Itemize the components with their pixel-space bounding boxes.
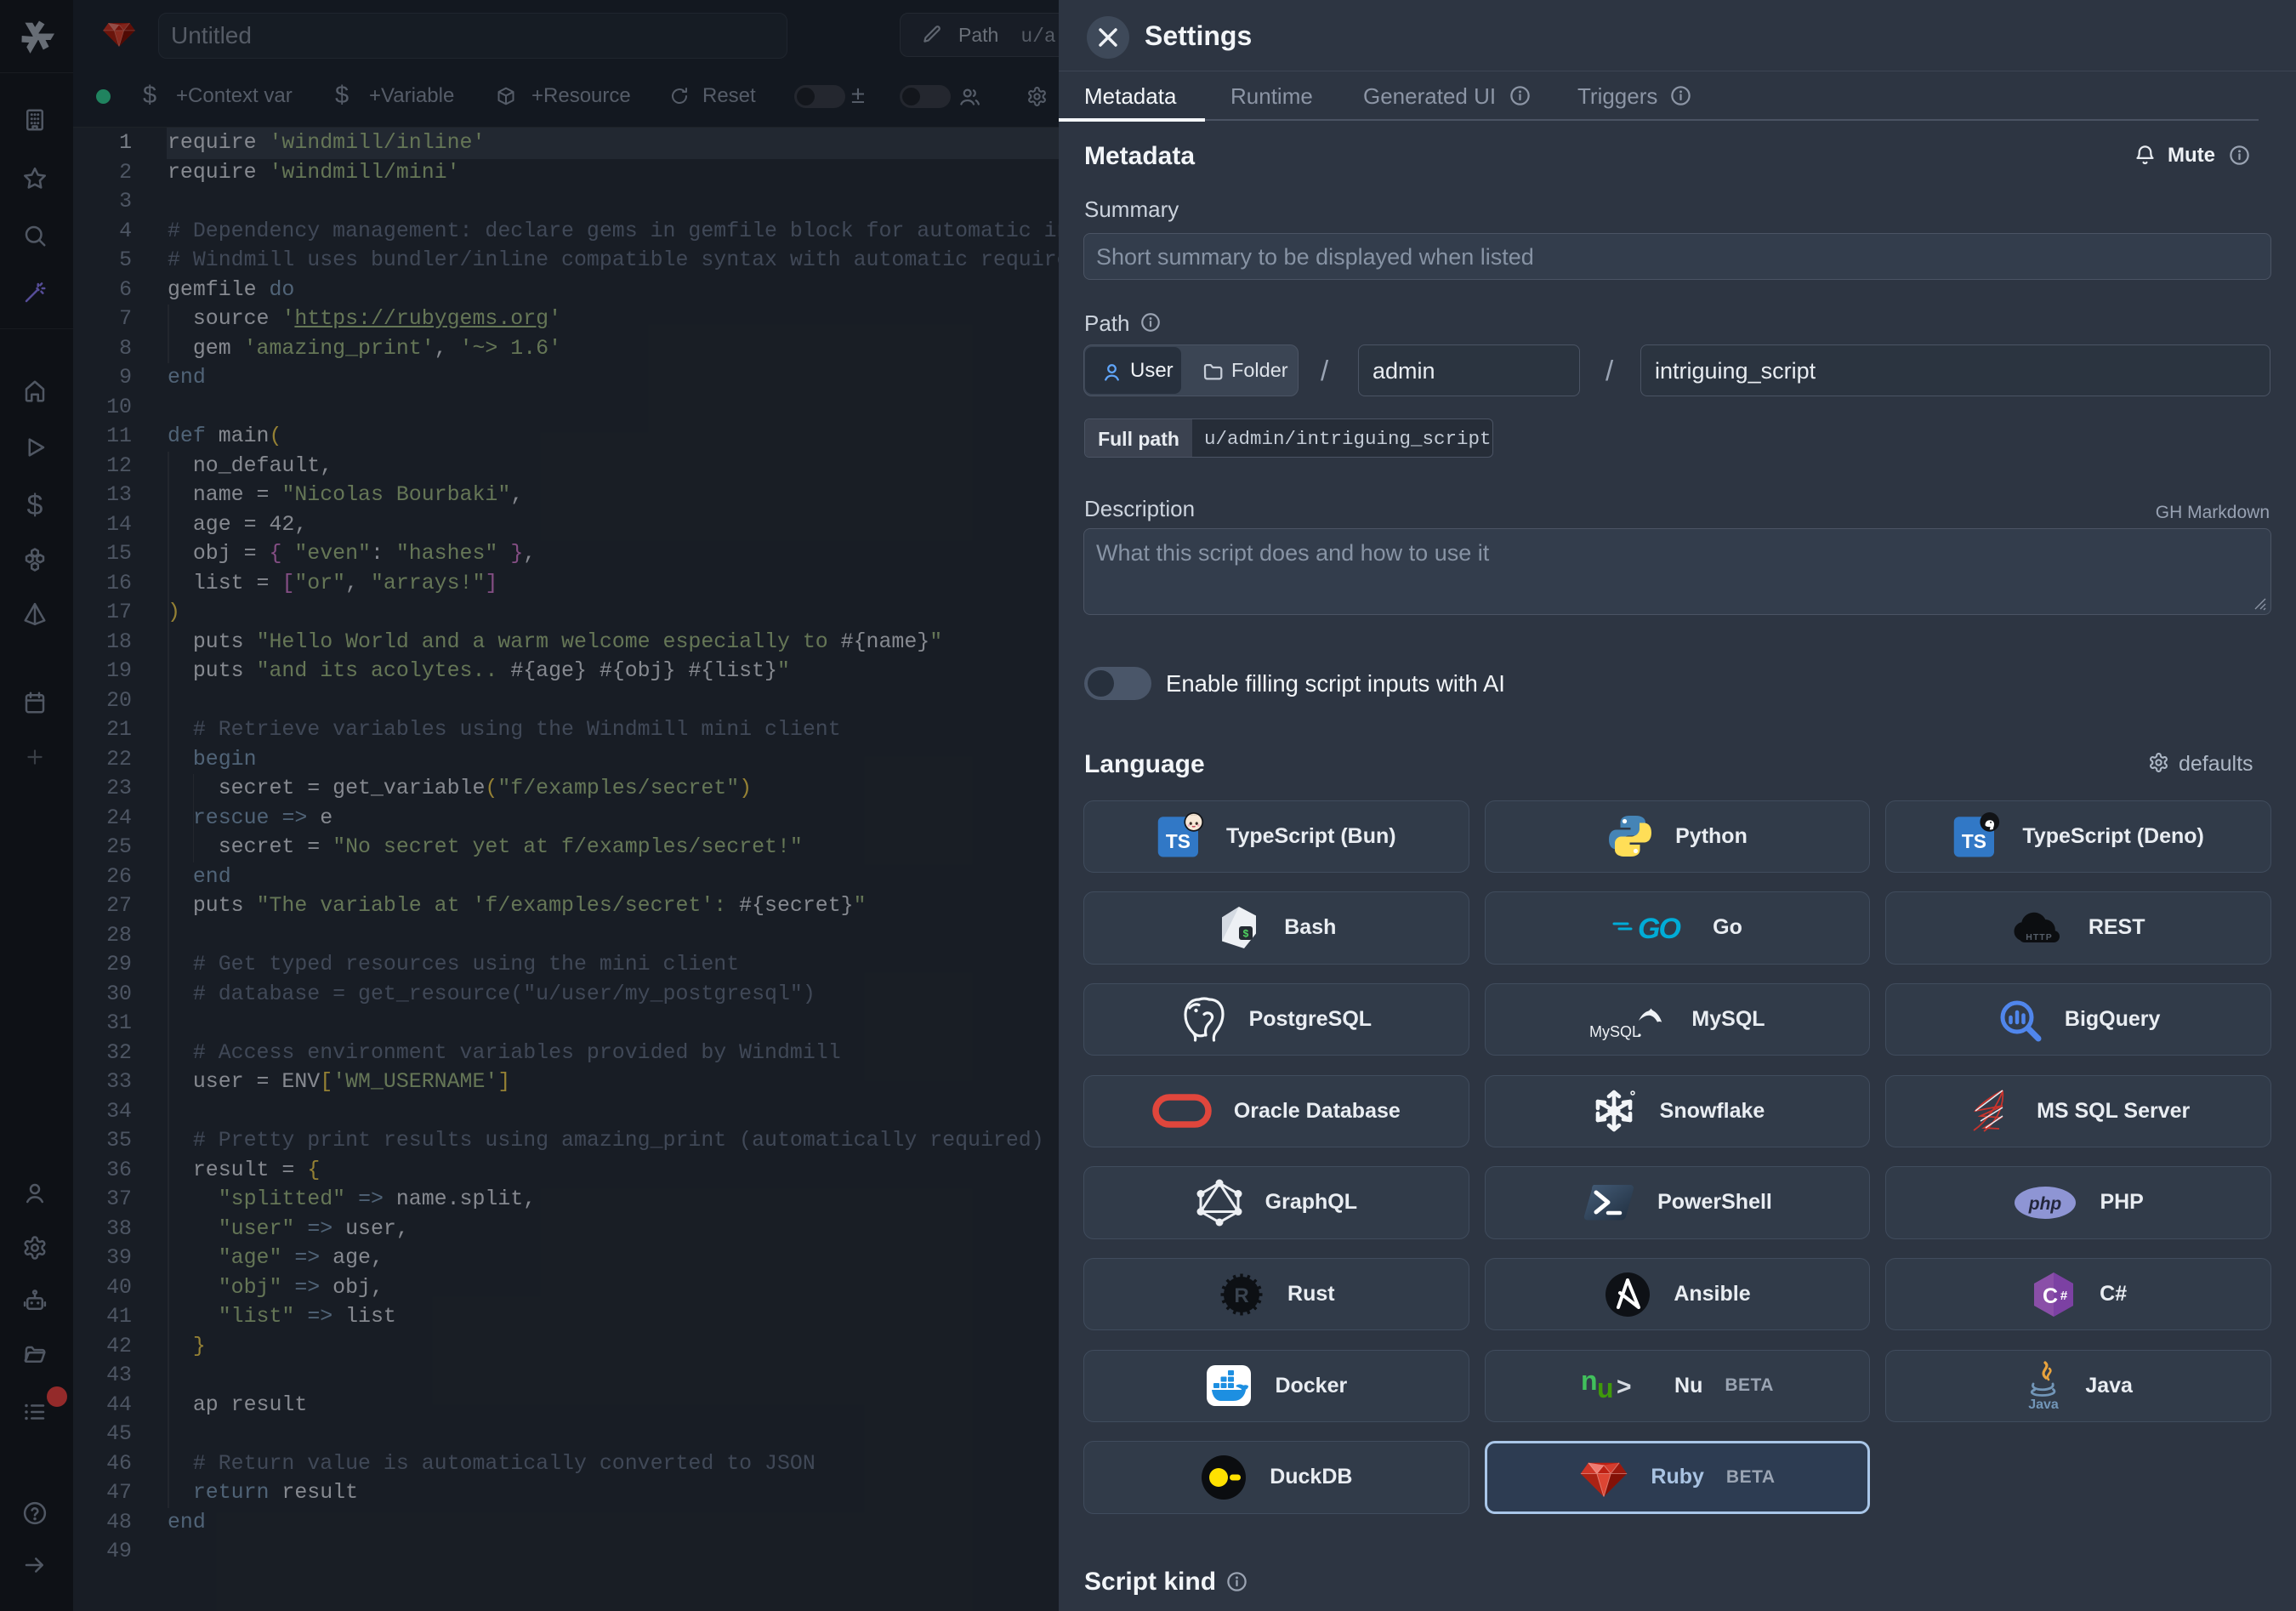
svg-text:C: C xyxy=(2043,1284,2058,1308)
svg-text:MySQL: MySQL xyxy=(1589,1023,1640,1040)
svg-text:php: php xyxy=(2028,1194,2062,1214)
svg-text:HTTP: HTTP xyxy=(2026,932,2052,942)
svg-text:TS: TS xyxy=(1166,830,1191,852)
svg-text:Java: Java xyxy=(2029,1398,2060,1411)
svg-text:$: $ xyxy=(1243,927,1249,939)
svg-text:n: n xyxy=(1581,1365,1598,1396)
svg-text:#: # xyxy=(2060,1289,2068,1303)
svg-text:u: u xyxy=(1597,1373,1614,1403)
svg-text:R: R xyxy=(1234,1284,1248,1307)
svg-text:GO: GO xyxy=(1638,913,1680,944)
svg-text:>: > xyxy=(1617,1373,1632,1401)
svg-text:TS: TS xyxy=(1962,830,1986,852)
